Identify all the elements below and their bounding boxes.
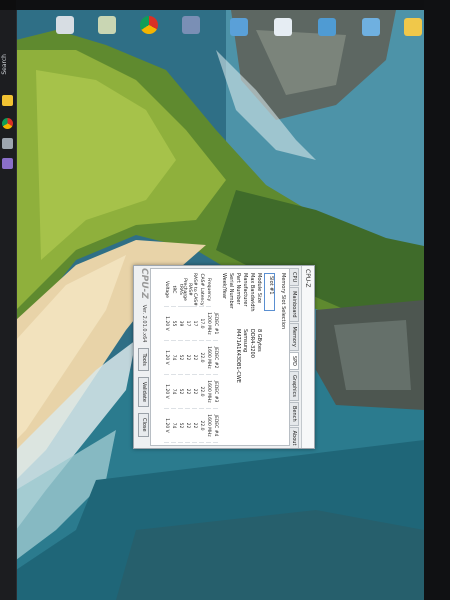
- table-cell: 1.20 V: [164, 409, 169, 443]
- screen-bezel-top: [0, 0, 450, 10]
- chrome-icon[interactable]: [2, 118, 13, 129]
- cpuz-tabs: CPU Mainboard Memory SPD Graphics Bench …: [290, 266, 301, 448]
- table-cell: 74: [171, 375, 176, 409]
- field-value: M471A1K43DB1-CWE: [235, 329, 241, 383]
- cpuz-version: Ver. 2.01.0.x64: [141, 304, 147, 343]
- table-row: CAS# Latency 17.0 22.0 22.0 22.0: [198, 273, 205, 443]
- table-cell: 39: [178, 307, 183, 341]
- cpuz-title: CPU-Z: [304, 269, 312, 288]
- tab-about[interactable]: About: [290, 426, 299, 448]
- field-label: Serial Number: [228, 273, 234, 309]
- timings-table: JEDEC #1 JEDEC #2 JEDEC #3 JEDEC #4 Freq…: [163, 273, 219, 443]
- table-cell: 22: [185, 375, 190, 409]
- table-cell: 1200 MHz: [206, 307, 211, 341]
- field-label: Max Bandwidth: [249, 273, 255, 312]
- table-cell: 1.20 V: [164, 341, 169, 375]
- table-cell: 22.0: [199, 341, 204, 375]
- table-cell: tRAS: [178, 273, 183, 307]
- table-header: JEDEC #1 JEDEC #2 JEDEC #3 JEDEC #4: [212, 273, 219, 443]
- table-cell: 22.0: [199, 409, 204, 443]
- table-cell: 17: [185, 307, 190, 341]
- cpuz-footer: CPU-Z Ver. 2.01.0.x64 Tools Validate Clo…: [136, 268, 152, 446]
- field-label: Week/Year: [221, 273, 227, 299]
- table-cell: Frequency: [206, 273, 211, 307]
- table-cell: 52: [178, 409, 183, 443]
- table-cell: 22: [192, 375, 197, 409]
- table-cell: tRC: [171, 273, 176, 307]
- table-header-cell: JEDEC #2: [213, 341, 218, 375]
- tab-mainboard[interactable]: Mainboard: [290, 287, 299, 322]
- spd-panel: Memory Slot Selection Slot #1 Module Siz…: [150, 268, 290, 446]
- app-icon[interactable]: [318, 18, 336, 36]
- table-cell: 22: [185, 341, 190, 375]
- table-cell: 22: [185, 409, 190, 443]
- cpuz-logo: CPU-Z: [139, 268, 149, 299]
- validate-button[interactable]: Validate: [138, 376, 150, 407]
- slot-select-value: Slot #1: [268, 276, 274, 295]
- field-label: Part Number: [235, 273, 241, 305]
- slot-selection-label: Memory Slot Selection: [280, 273, 286, 330]
- table-header-cell: JEDEC #3: [213, 375, 218, 409]
- table-cell: RAS# Precharge: [182, 273, 193, 307]
- wifi-icon[interactable]: [2, 95, 13, 106]
- table-header-cell: JEDEC #4: [213, 409, 218, 443]
- table-row: RAS# Precharge 17 22 22 22: [182, 273, 193, 443]
- table-row: tRC 55 74 74 74: [170, 273, 177, 443]
- slot-select[interactable]: Slot #1: [264, 273, 275, 311]
- table-cell: CAS# Latency: [199, 273, 204, 307]
- table-row: Voltage 1.20 V 1.20 V 1.20 V 1.20 V: [163, 273, 170, 443]
- app-icon[interactable]: [230, 18, 248, 36]
- tab-bench[interactable]: Bench: [290, 402, 299, 426]
- table-cell: 55: [171, 307, 176, 341]
- cpuz-window: CPU-Z CPU Mainboard Memory SPD Graphics …: [133, 265, 315, 449]
- app-icon[interactable]: [2, 138, 13, 149]
- field-value: DDR4-3200: [249, 329, 255, 358]
- table-cell: 17.0: [199, 307, 204, 341]
- table-cell: 1600 MHz: [206, 409, 211, 443]
- field-label: Module Size: [256, 273, 262, 304]
- tab-cpu[interactable]: CPU: [290, 268, 299, 287]
- recycle-bin-icon[interactable]: [56, 16, 74, 34]
- app-icon[interactable]: [362, 18, 380, 36]
- table-cell: 22: [192, 409, 197, 443]
- folder-icon[interactable]: [404, 18, 422, 36]
- tab-memory[interactable]: Memory: [290, 322, 299, 351]
- table-cell: 22: [192, 341, 197, 375]
- tab-graphics[interactable]: Graphics: [290, 370, 299, 402]
- table-cell: Voltage: [164, 273, 169, 307]
- app-icon[interactable]: [274, 18, 292, 36]
- screen-bezel-right: [424, 0, 450, 600]
- tools-button[interactable]: Tools: [138, 348, 150, 371]
- table-cell: 52: [178, 375, 183, 409]
- cpuz-desktop-icon[interactable]: [182, 16, 200, 34]
- taskbar-search-label[interactable]: Search: [1, 54, 8, 75]
- notepad-icon[interactable]: [98, 16, 116, 34]
- field-label: Manufacturer: [242, 273, 248, 307]
- field-value: 8 GBytes: [256, 329, 262, 352]
- chrome-icon[interactable]: [140, 16, 158, 34]
- close-button[interactable]: Close: [138, 412, 150, 437]
- table-row: Frequency 1200 MHz 1600 MHz 1600 MHz 160…: [205, 273, 212, 443]
- field-value: Samsung: [242, 329, 248, 353]
- table-cell: 1600 MHz: [206, 341, 211, 375]
- table-cell: 74: [171, 409, 176, 443]
- table-cell: 22.0: [199, 375, 204, 409]
- table-cell: 1600 MHz: [206, 375, 211, 409]
- cpuz-titlebar[interactable]: CPU-Z: [301, 266, 314, 448]
- table-header-cell: JEDEC #1: [213, 307, 218, 341]
- table-cell: RAS# to CAS#: [192, 273, 197, 307]
- table-cell: 74: [171, 341, 176, 375]
- taskbar: Search: [0, 10, 17, 600]
- table-cell: 17: [192, 307, 197, 341]
- table-cell: 1.20 V: [164, 375, 169, 409]
- cpuz-content: CPU-Z CPU Mainboard Memory SPD Graphics …: [134, 266, 314, 448]
- app-icon[interactable]: [2, 158, 13, 169]
- table-cell: 52: [178, 341, 183, 375]
- table-row: tRAS 39 52 52 52: [177, 273, 184, 443]
- tab-spd[interactable]: SPD: [290, 351, 299, 370]
- table-cell: 1.20 V: [164, 307, 169, 341]
